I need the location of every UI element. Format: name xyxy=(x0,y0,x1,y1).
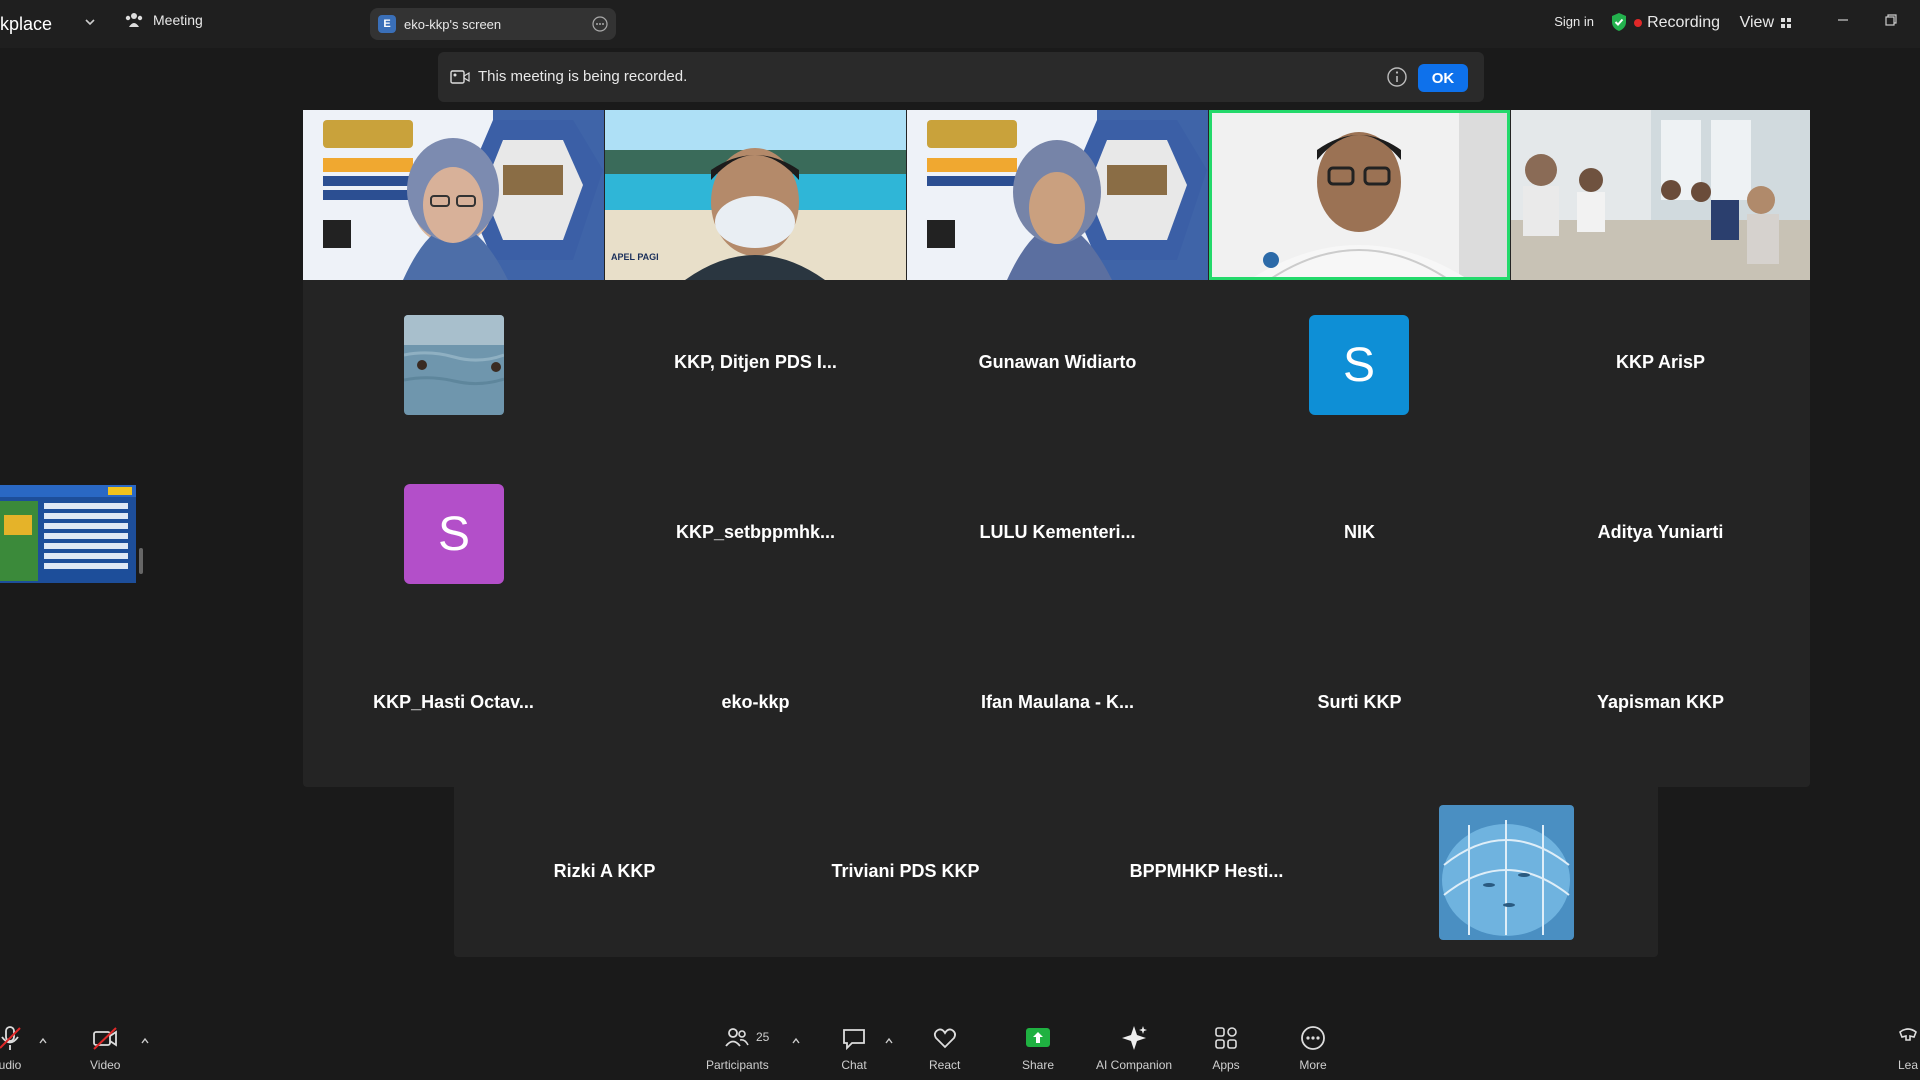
react-label: React xyxy=(929,1058,961,1072)
chevron-up-icon[interactable] xyxy=(884,1036,894,1046)
participant-name: KKP, Ditjen PDS I... xyxy=(674,352,837,372)
chevron-down-icon[interactable] xyxy=(84,16,96,28)
video-off-icon xyxy=(93,1027,118,1050)
video-tile[interactable] xyxy=(303,110,604,280)
participant-name: Gunawan Widiarto xyxy=(978,352,1137,372)
shared-screen-chip[interactable]: E eko-kkp's screen xyxy=(370,8,616,40)
recording-indicator[interactable]: Recording xyxy=(1634,14,1720,32)
apps-label: Apps xyxy=(1212,1058,1240,1072)
chevron-up-icon[interactable] xyxy=(140,1036,150,1046)
more-icon xyxy=(1301,1026,1325,1050)
ai-companion-label: AI Companion xyxy=(1096,1058,1173,1072)
chat-label: Chat xyxy=(841,1058,867,1072)
participant-name: NIK xyxy=(1344,522,1375,542)
gallery-bottom-row: Rizki A KKP Triviani PDS KKP BPPMHKP Hes… xyxy=(454,786,1658,957)
recording-dot-icon xyxy=(1634,19,1643,27)
recording-notice-icon xyxy=(450,70,470,84)
more-button[interactable]: More xyxy=(1299,1024,1327,1072)
participants-label: Participants xyxy=(706,1058,769,1072)
video-button[interactable]: Video xyxy=(90,1024,120,1072)
participant-name: Surti KKP xyxy=(1317,692,1402,712)
meeting-menu[interactable]: Meeting xyxy=(125,12,203,28)
participant-video xyxy=(303,110,604,280)
chat-button[interactable]: Chat xyxy=(840,1024,868,1072)
recording-banner: This meeting is being recorded. OK xyxy=(438,52,1484,102)
banner-text: This meeting is being recorded. xyxy=(478,68,688,85)
app-brand: kplace xyxy=(0,14,53,34)
participant-name: Aditya Yuniarti xyxy=(1597,522,1724,542)
svg-text:APEL PAGI: APEL PAGI xyxy=(611,252,659,262)
apps-icon xyxy=(1215,1027,1237,1049)
participant-avatar[interactable]: S xyxy=(1309,315,1409,415)
meeting-label: Meeting xyxy=(153,12,203,28)
meeting-icon xyxy=(125,13,143,27)
audio-button[interactable]: udio xyxy=(0,1024,24,1072)
fish-pool-image xyxy=(1439,805,1574,940)
video-tile[interactable] xyxy=(1511,110,1810,280)
participants-count: 25 xyxy=(756,1030,770,1044)
video-tile[interactable] xyxy=(907,110,1208,280)
leave-button[interactable]: Lea xyxy=(1894,1024,1920,1072)
participant-name: eko-kkp xyxy=(721,692,790,712)
shared-screen-thumbnail[interactable] xyxy=(0,485,136,583)
participant-name: KKP_Hasti Octav... xyxy=(373,692,534,712)
sparkle-icon xyxy=(1122,1026,1148,1050)
chevron-up-icon[interactable] xyxy=(791,1036,801,1046)
participant-name: LULU Kementeri... xyxy=(979,522,1136,542)
participant-video xyxy=(1209,110,1510,280)
participant-name: BPPMHKP Hesti... xyxy=(1129,861,1284,881)
view-label: View xyxy=(1739,14,1774,31)
grid-view-icon xyxy=(1781,18,1791,28)
share-label: Share xyxy=(1022,1058,1055,1072)
microphone-muted-icon xyxy=(0,1026,21,1050)
share-screen-icon xyxy=(1026,1028,1051,1047)
audio-label: udio xyxy=(0,1058,22,1072)
gallery-view: APEL PAGI KKP, Ditjen PDS I... Gunawan W… xyxy=(303,110,1810,787)
chevron-up-icon[interactable] xyxy=(38,1036,48,1046)
participant-thumbnail[interactable] xyxy=(404,315,504,415)
resize-handle[interactable] xyxy=(139,548,143,574)
sign-in-link[interactable]: Sign in xyxy=(1554,14,1594,29)
recording-label: Recording xyxy=(1647,14,1720,31)
participant-video: APEL PAGI xyxy=(605,110,906,280)
participant-name: Yapisman KKP xyxy=(1596,692,1725,712)
participant-name: Ifan Maulana - K... xyxy=(980,692,1135,712)
participant-name: KKP_setbppmhk... xyxy=(675,522,836,542)
participant-avatar[interactable]: S xyxy=(404,484,504,584)
participant-name: Rizki A KKP xyxy=(553,861,656,881)
sea-photo-image xyxy=(404,315,504,415)
info-icon[interactable] xyxy=(1386,66,1408,88)
more-label: More xyxy=(1299,1058,1327,1072)
participant-thumbnail[interactable] xyxy=(1439,805,1574,940)
participant-name: Triviani PDS KKP xyxy=(831,861,980,881)
screen-chip-label: eko-kkp's screen xyxy=(404,16,502,32)
encryption-shield-icon[interactable] xyxy=(1610,12,1628,32)
ok-button[interactable]: OK xyxy=(1418,64,1468,92)
video-label: Video xyxy=(90,1058,121,1072)
heart-icon xyxy=(933,1028,956,1049)
leave-label: Lea xyxy=(1897,1058,1919,1072)
chat-icon xyxy=(843,1029,865,1051)
participant-video xyxy=(1511,110,1810,280)
meeting-toolbar: udio Video Participants 25 Chat React Sh… xyxy=(0,1016,1920,1080)
view-menu[interactable]: View xyxy=(1740,14,1792,32)
restore-window-icon[interactable] xyxy=(1884,13,1898,27)
share-button[interactable]: Share xyxy=(1022,1024,1054,1072)
shared-slide-image xyxy=(0,485,136,583)
participant-name: KKP ArisP xyxy=(1615,352,1706,372)
leave-icon xyxy=(1899,1028,1917,1041)
more-options-icon[interactable] xyxy=(592,16,608,32)
video-tile[interactable]: APEL PAGI xyxy=(605,110,906,280)
participant-video xyxy=(907,110,1208,280)
minimize-icon[interactable] xyxy=(1836,13,1850,27)
ai-companion-button[interactable]: AI Companion xyxy=(1096,1024,1172,1072)
video-tile-active-speaker[interactable] xyxy=(1209,110,1510,280)
apps-button[interactable]: Apps xyxy=(1212,1024,1240,1072)
react-button[interactable]: React xyxy=(929,1024,960,1072)
top-bar: kplace Meeting E eko-kkp's screen Sign i… xyxy=(0,0,1920,48)
participants-icon xyxy=(725,1028,750,1047)
chip-avatar: E xyxy=(378,15,396,33)
